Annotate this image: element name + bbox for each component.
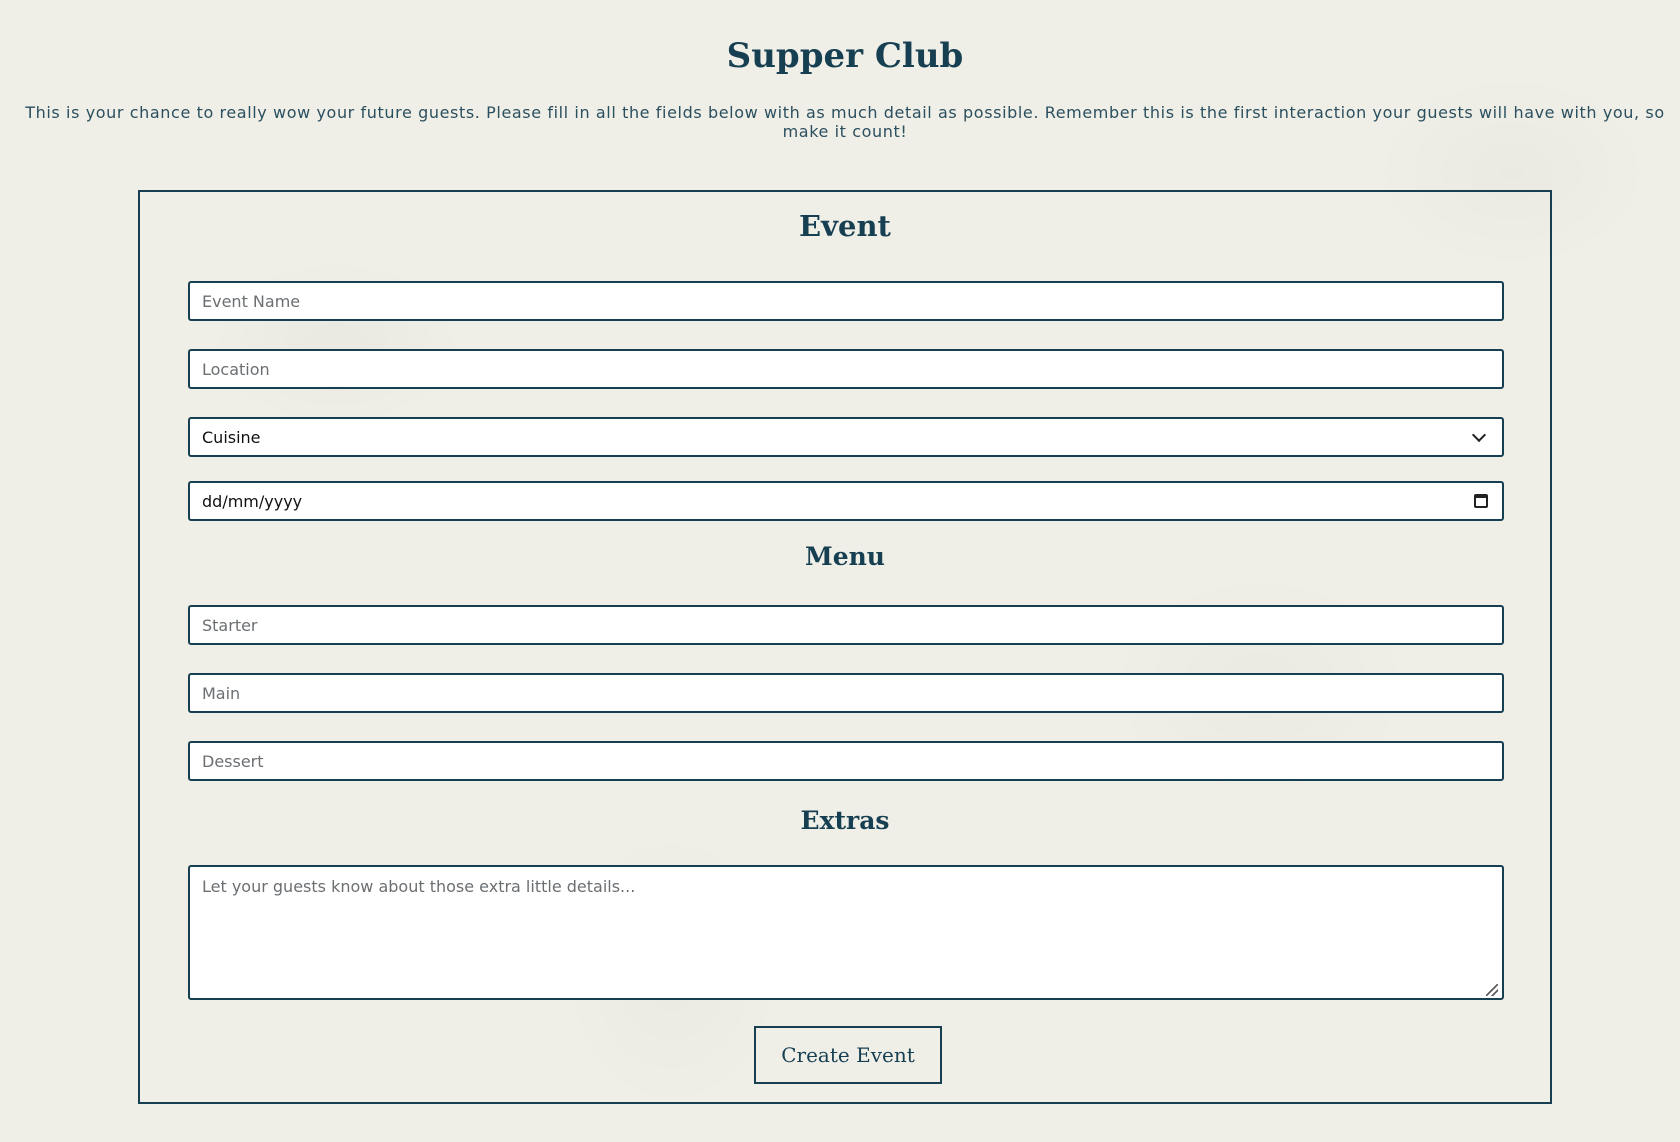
page-title: Supper Club [726, 36, 964, 76]
chevron-down-icon [1471, 427, 1487, 443]
date-input-value: dd/mm/yyyy [202, 491, 303, 511]
main-input[interactable] [188, 673, 1504, 713]
location-input[interactable] [188, 349, 1504, 389]
extras-section-heading: Extras [800, 806, 890, 835]
resize-grip-icon[interactable] [1486, 984, 1498, 996]
date-input[interactable]: dd/mm/yyyy [188, 481, 1504, 521]
menu-section-heading: Menu [805, 542, 885, 571]
event-section-heading: Event [799, 209, 891, 243]
extras-textarea[interactable] [188, 865, 1504, 1000]
intro-text: This is your chance to really wow your f… [25, 103, 1665, 141]
cuisine-select-value: Cuisine [202, 427, 261, 447]
cuisine-select[interactable]: Cuisine [188, 417, 1504, 457]
calendar-icon[interactable] [1474, 494, 1488, 508]
create-event-button[interactable]: Create Event [754, 1026, 942, 1084]
event-name-input[interactable] [188, 281, 1504, 321]
dessert-input[interactable] [188, 741, 1504, 781]
starter-input[interactable] [188, 605, 1504, 645]
event-form-panel: Event Cuisine dd/mm/yyyy Menu Extras Cre… [138, 190, 1552, 1104]
